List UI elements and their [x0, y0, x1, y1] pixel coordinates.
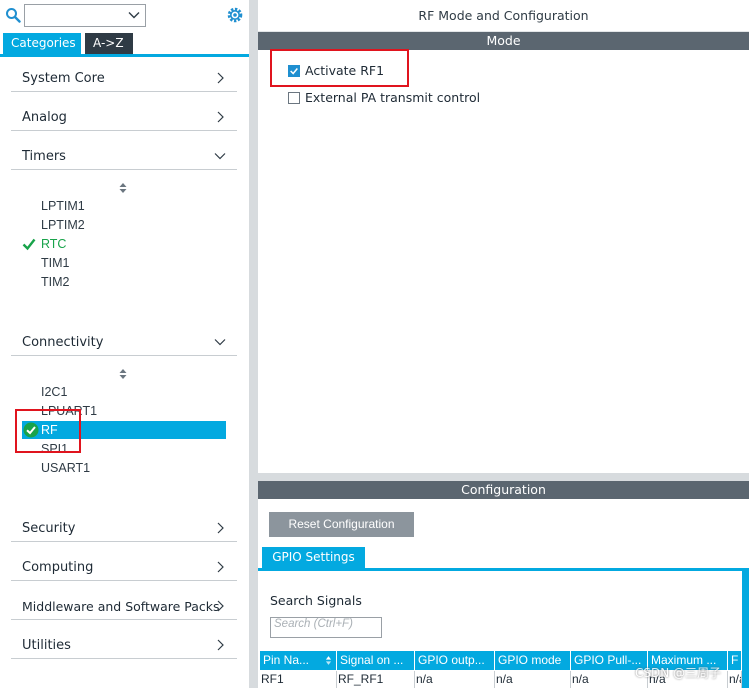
sort-icon[interactable]: [118, 368, 128, 380]
chevron-right-icon: [217, 600, 224, 612]
chevron-down-icon: [214, 153, 226, 160]
table-cell: n/a: [495, 671, 571, 688]
peripheral-i2c1[interactable]: I2C1: [41, 383, 67, 401]
search-icon[interactable]: [5, 7, 21, 23]
peripheral-lptim2[interactable]: LPTIM2: [41, 216, 85, 234]
vertical-scrollbar[interactable]: [742, 571, 749, 688]
left-panel: Categories A->Z System Core Analog Timer…: [0, 0, 249, 688]
tab-a-to-z[interactable]: A->Z: [85, 33, 133, 54]
peripheral-lptim1[interactable]: LPTIM1: [41, 197, 85, 215]
category-connectivity[interactable]: Connectivity: [11, 324, 237, 356]
chevron-right-icon: [217, 639, 224, 651]
category-computing[interactable]: Computing: [11, 549, 237, 581]
search-signals-label: Search Signals: [270, 593, 362, 608]
chevron-right-icon: [217, 561, 224, 573]
section-splitter[interactable]: [258, 473, 749, 481]
mode-section-header: Mode: [258, 32, 749, 50]
reset-configuration-button[interactable]: Reset Configuration: [269, 512, 414, 537]
category-label: Security: [22, 521, 76, 536]
table-cell: RF_RF1: [337, 671, 415, 688]
sort-icon[interactable]: [325, 655, 332, 666]
tab-categories[interactable]: Categories: [3, 33, 81, 54]
column-header-pin-name[interactable]: Pin Na...: [260, 651, 337, 670]
checkmark-icon: [22, 238, 36, 251]
table-cell: n/a: [415, 671, 495, 688]
peripheral-usart1[interactable]: USART1: [41, 459, 90, 477]
configuration-section-header: Configuration: [258, 481, 749, 499]
watermark: CSDN @三周子: [635, 666, 722, 680]
checkbox-unchecked[interactable]: [288, 92, 300, 104]
sort-icon[interactable]: [118, 182, 128, 194]
right-panel: RF Mode and Configuration Mode Activate …: [258, 0, 749, 688]
table-cell: RF1: [260, 671, 337, 688]
category-label: Computing: [22, 560, 94, 575]
column-header-gpio-mode[interactable]: GPIO mode: [495, 651, 571, 670]
peripheral-tim2[interactable]: TIM2: [41, 273, 69, 291]
checkbox-label: External PA transmit control: [305, 90, 481, 105]
search-signals-input[interactable]: Search (Ctrl+F): [270, 617, 382, 638]
page-title: RF Mode and Configuration: [258, 0, 749, 32]
category-middleware[interactable]: Middleware and Software Packs: [11, 588, 237, 620]
column-header-signal[interactable]: Signal on ...: [337, 651, 415, 670]
category-label: System Core: [22, 71, 105, 86]
category-label: Connectivity: [22, 335, 104, 350]
mode-area: Activate RF1 External PA transmit contro…: [258, 50, 749, 473]
chevron-down-icon[interactable]: [128, 9, 140, 21]
column-header-label: Pin Na...: [263, 653, 310, 667]
chevron-right-icon: [217, 522, 224, 534]
chevron-down-icon: [214, 339, 226, 346]
tab-gpio-settings[interactable]: GPIO Settings: [262, 547, 365, 568]
category-utilities[interactable]: Utilities: [11, 627, 237, 659]
category-timers[interactable]: Timers: [11, 138, 237, 170]
category-label: Analog: [22, 110, 67, 125]
category-system-core[interactable]: System Core: [11, 60, 237, 92]
column-header-f[interactable]: F: [728, 651, 742, 670]
gear-icon[interactable]: [225, 5, 245, 25]
column-header-gpio-output[interactable]: GPIO outp...: [415, 651, 495, 670]
tab-underline: [258, 568, 749, 571]
category-analog[interactable]: Analog: [11, 99, 237, 131]
annotation-highlight-activate-rf1: [270, 49, 409, 87]
category-label: Middleware and Software Packs: [22, 599, 220, 614]
category-label: Utilities: [22, 638, 71, 653]
category-security[interactable]: Security: [11, 510, 237, 542]
peripheral-rtc[interactable]: RTC: [41, 235, 66, 253]
category-label: Timers: [22, 149, 66, 164]
search-combobox[interactable]: [24, 4, 146, 27]
chevron-right-icon: [217, 72, 224, 84]
chevron-right-icon: [217, 111, 224, 123]
annotation-highlight-rf: [15, 409, 81, 453]
category-tabs: Categories A->Z: [0, 33, 249, 57]
panel-splitter[interactable]: [249, 0, 258, 688]
peripheral-tim1[interactable]: TIM1: [41, 254, 69, 272]
table-cell: n/a: [728, 671, 742, 688]
